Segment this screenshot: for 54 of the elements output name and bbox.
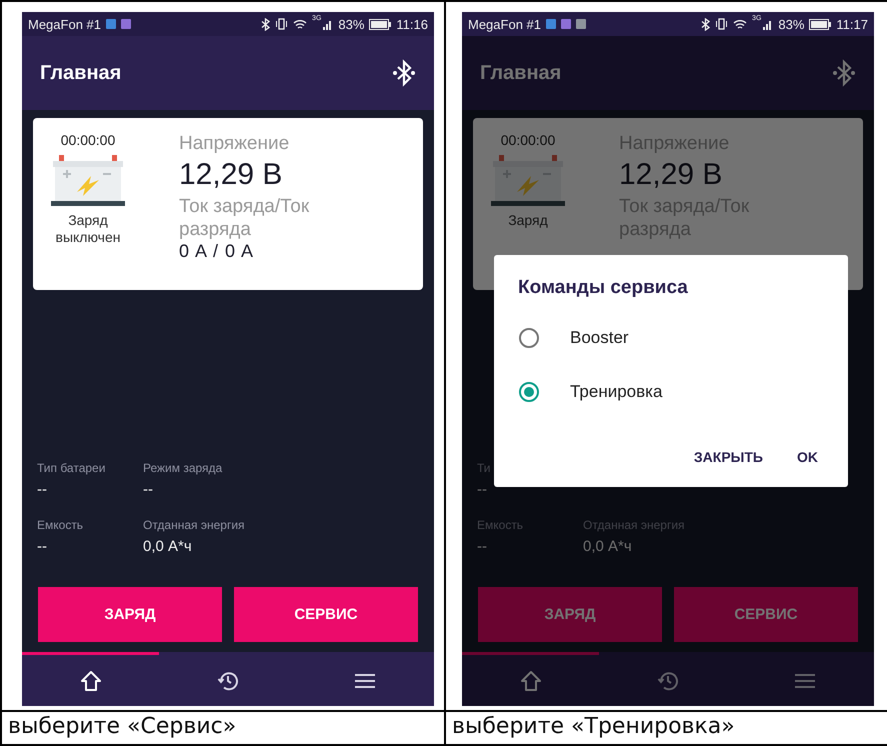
radio-option[interactable]: Booster bbox=[494, 311, 848, 365]
field-value: 0,0 А*ч bbox=[143, 538, 193, 555]
home-icon bbox=[80, 670, 102, 692]
action-button[interactable]: СЕРВИС bbox=[234, 587, 418, 642]
bluetooth-icon bbox=[261, 18, 270, 30]
voltage-value: 12,29 В bbox=[179, 157, 284, 193]
charge-timer: 00:00:00 bbox=[500, 132, 556, 148]
clock-time: 11:16 bbox=[396, 16, 428, 32]
bluetooth-icon[interactable] bbox=[392, 59, 416, 87]
field-value: -- bbox=[37, 481, 48, 498]
voltage-value: 12,29 В bbox=[619, 157, 724, 193]
dialog-title: Команды сервиса bbox=[517, 277, 689, 299]
vibrate-icon bbox=[715, 18, 728, 30]
field-value: -- bbox=[37, 538, 48, 555]
clock-time: 11:17 bbox=[836, 16, 868, 32]
dialog-button[interactable]: ЗАКРЫТЬ bbox=[682, 439, 775, 475]
voltage-label: Напряжение bbox=[179, 132, 290, 155]
screen-title: Главная bbox=[40, 62, 122, 84]
home-icon bbox=[520, 670, 542, 692]
battery-icon bbox=[369, 18, 392, 30]
field-value: -- bbox=[143, 481, 154, 498]
charge-timer: 00:00:00 bbox=[60, 132, 116, 148]
radio-option[interactable]: Тренировка bbox=[494, 365, 848, 419]
field-value: 0,0 А*ч bbox=[583, 538, 633, 555]
current-value: 0 A / 0 A bbox=[179, 241, 256, 262]
battery-icon bbox=[809, 18, 832, 30]
charge-status: Заряд bbox=[507, 212, 549, 229]
field-label: Емкость bbox=[37, 518, 84, 532]
field-value: -- bbox=[477, 538, 488, 555]
history-icon bbox=[656, 670, 679, 692]
battery-percent: 83% bbox=[778, 16, 804, 32]
caption-text: выберите «Сервис» bbox=[8, 714, 236, 739]
dialog-button[interactable]: OK bbox=[785, 439, 830, 475]
caption-text: выберите «Тренировка» bbox=[452, 714, 735, 739]
signal-icon bbox=[762, 18, 774, 30]
signal-icon bbox=[322, 18, 334, 30]
battery-percent: 83% bbox=[338, 16, 364, 32]
carrier-name: MegaFon #1 bbox=[28, 16, 101, 32]
field-value: -- bbox=[477, 481, 488, 498]
action-button[interactable]: ЗАРЯД bbox=[38, 587, 222, 642]
charge-status: Заряд выключен bbox=[54, 212, 122, 246]
field-label: Режим заряда bbox=[143, 461, 224, 475]
field-label: Отданная энергия bbox=[143, 518, 246, 532]
carrier-name: MegaFon #1 bbox=[468, 16, 541, 32]
current-label: Ток заряда/Ток разряда bbox=[179, 195, 310, 241]
history-icon bbox=[216, 670, 239, 692]
menu-icon bbox=[354, 672, 376, 688]
field-label: Тип батареи bbox=[37, 461, 106, 475]
vibrate-icon bbox=[275, 18, 288, 30]
screen-title: Главная bbox=[480, 62, 562, 84]
wifi-icon bbox=[733, 18, 748, 30]
wifi-icon bbox=[293, 18, 308, 30]
bluetooth-icon bbox=[701, 18, 710, 30]
menu-icon bbox=[794, 672, 816, 688]
